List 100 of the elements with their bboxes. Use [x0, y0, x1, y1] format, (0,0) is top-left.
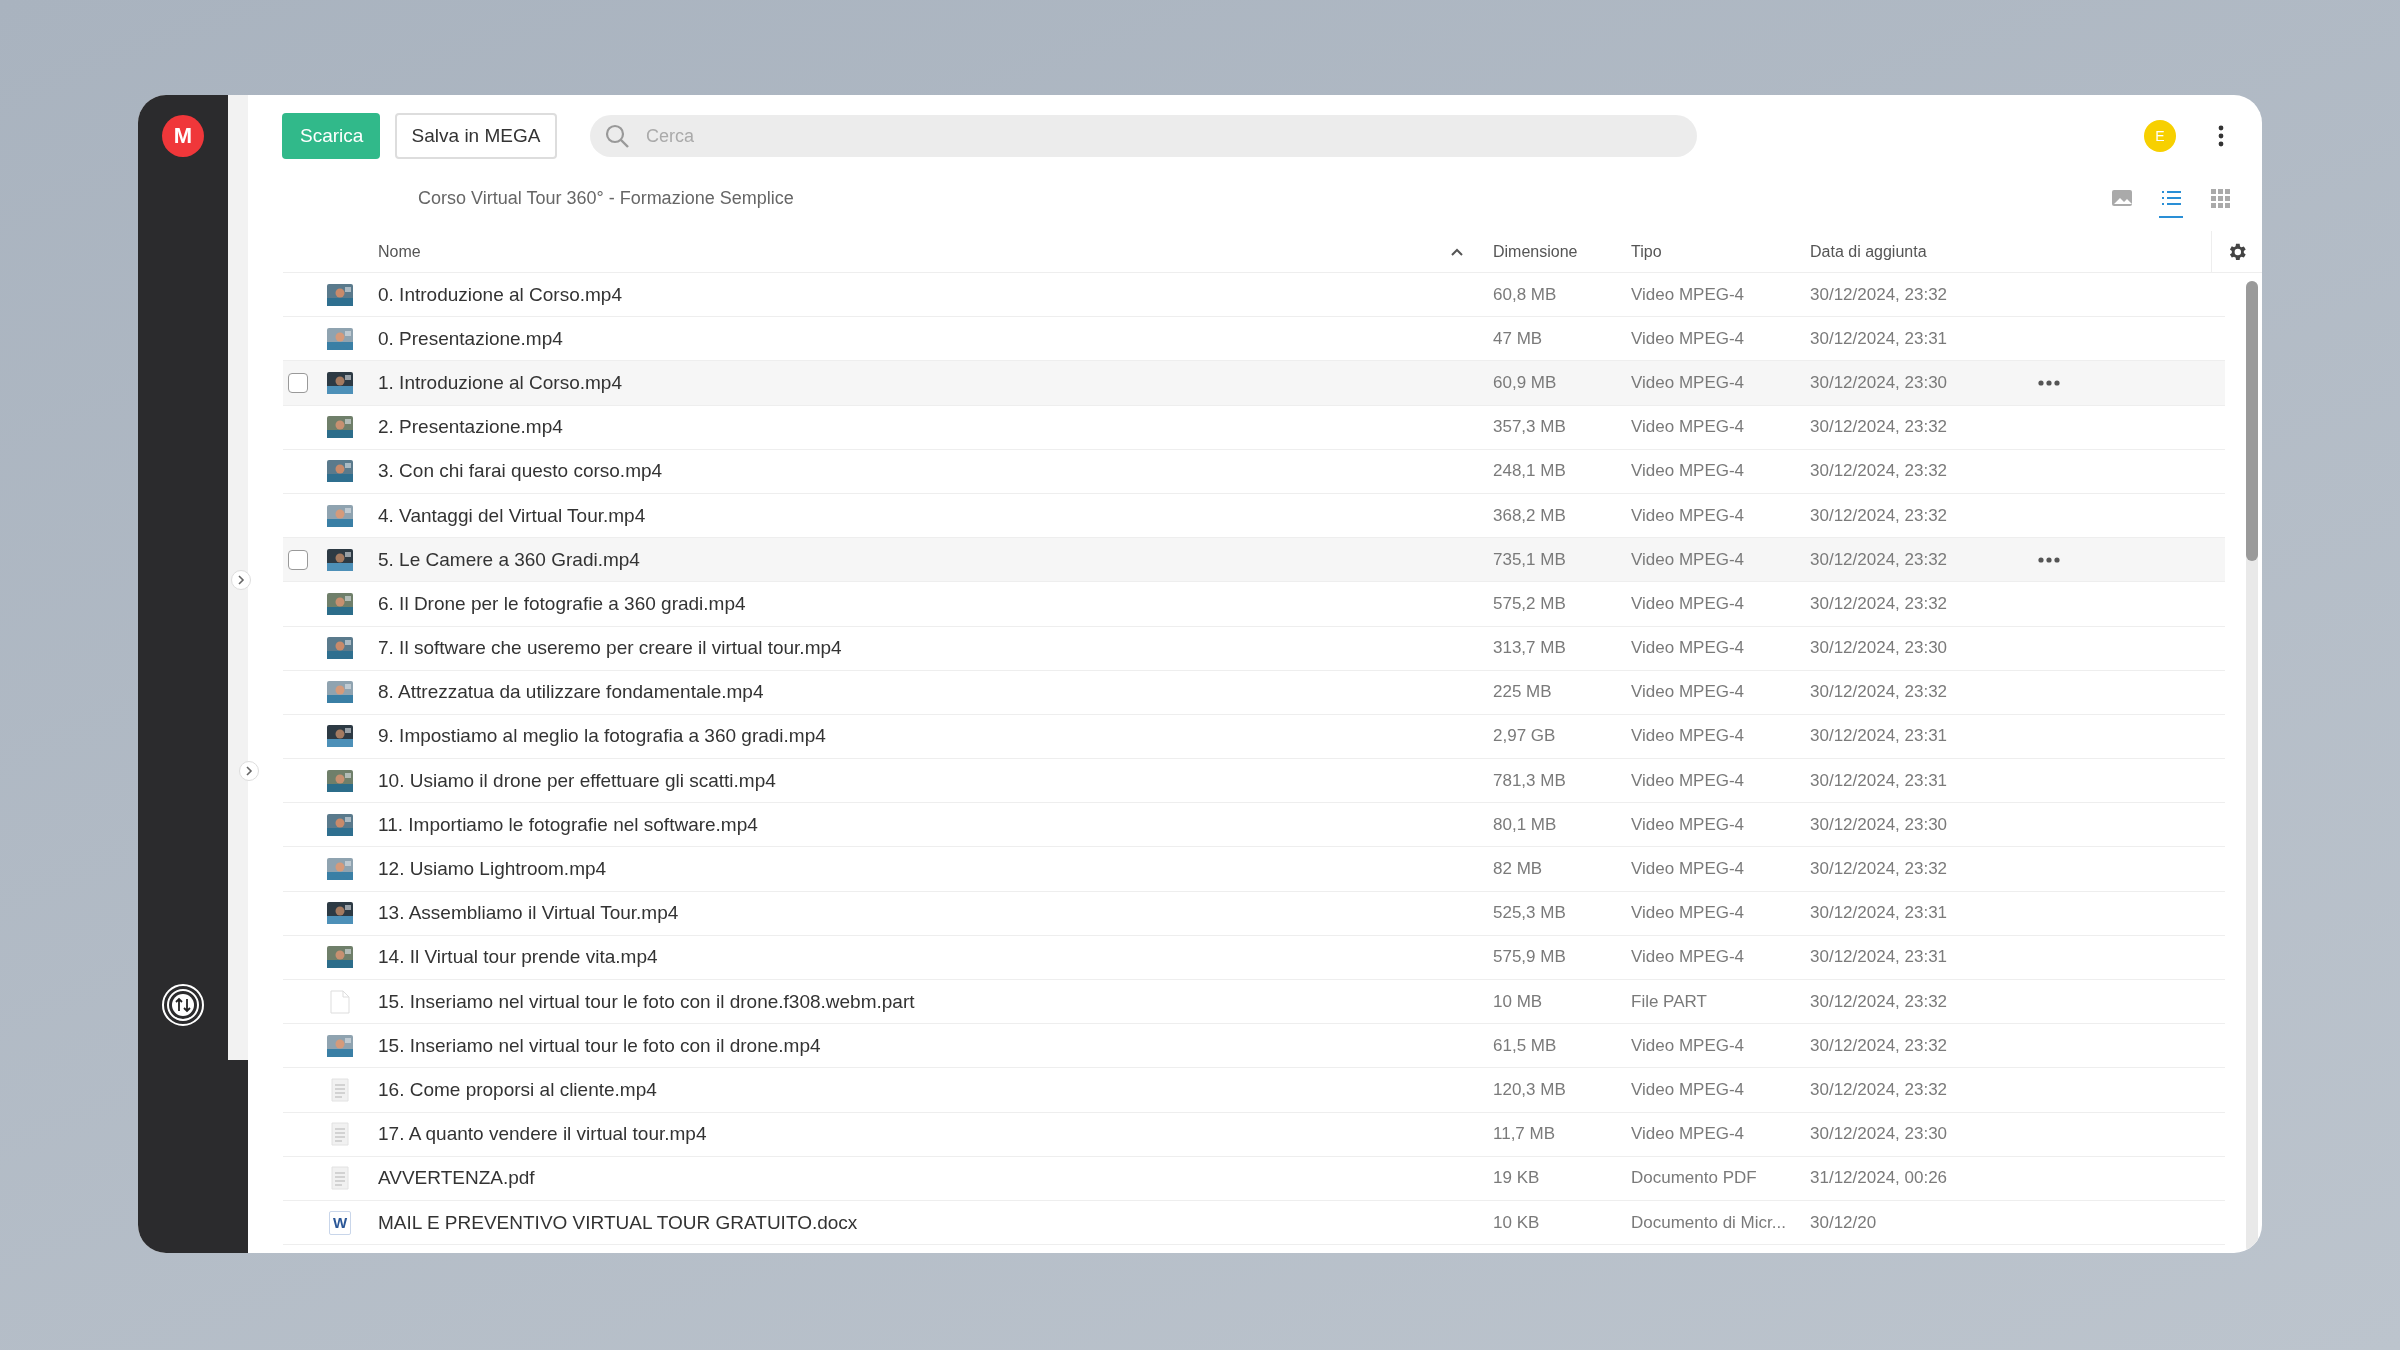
- date-added: 30/12/2024, 23:30: [1810, 638, 1949, 659]
- file-type: Video MPEG-4: [1631, 593, 1746, 614]
- file-type: Documento di Micr...: [1631, 1212, 1787, 1233]
- more-icon[interactable]: [2038, 556, 2060, 563]
- chevron-right-icon[interactable]: [239, 761, 259, 781]
- document-icon: [330, 1166, 350, 1191]
- search-field[interactable]: Cerca: [590, 115, 1697, 157]
- date-added: 30/12/2024, 23:32: [1810, 682, 1949, 703]
- file-row[interactable]: 5. Le Camere a 360 Gradi.mp4 735,1 MB Video MPEG-4 30/12/2024, 23:32: [283, 538, 2225, 583]
- file-row[interactable]: 17. A quanto vendere il virtual tour.mp4 11,7 MB Video MPEG-4 30/12/2024, 23:30: [283, 1112, 2225, 1157]
- file-size: 575,9 MB: [1493, 947, 1567, 968]
- date-added: 30/12/2024, 23:32: [1810, 593, 1949, 614]
- date-added: 30/12/2024, 23:32: [1810, 1035, 1949, 1056]
- file-row[interactable]: 1. Introduzione al Corso.mp4 60,9 MB Video MPEG-4 30/12/2024, 23:30: [283, 361, 2225, 406]
- date-added: 30/12/2024, 23:32: [1810, 417, 1949, 438]
- file-name: 3. Con chi farai questo corso.mp4: [378, 460, 664, 483]
- file-type: Video MPEG-4: [1631, 1124, 1746, 1145]
- document-icon: [330, 1122, 350, 1147]
- date-added: 30/12/2024, 23:30: [1810, 1124, 1949, 1145]
- save-button[interactable]: Salva in MEGA: [395, 113, 557, 159]
- file-name: 9. Impostiamo al meglio la fotografia a 360 gradi.mp4: [378, 725, 827, 748]
- date-added: 30/12/2024, 23:31: [1810, 903, 1949, 924]
- file-row[interactable]: 9. Impostiamo al meglio la fotografia a 360 gradi.mp4 2,97 GB Video MPEG-4 30/12/2024, 23:31: [283, 714, 2225, 760]
- date-added: 30/12/2024, 23:32: [1810, 284, 1949, 305]
- file-type: Video MPEG-4: [1631, 461, 1746, 482]
- file-name: 0. Presentazione.mp4: [378, 327, 564, 350]
- column-header[interactable]: Nome: [378, 242, 421, 261]
- file-type: Video MPEG-4: [1631, 549, 1746, 570]
- file-row[interactable]: W MAIL E PREVENTIVO VIRTUAL TOUR GRATUITO.docx 10 KB Documento di Micr... 30/12/20: [283, 1200, 2225, 1246]
- file-size: 313,7 MB: [1493, 638, 1567, 659]
- file-type: Video MPEG-4: [1631, 814, 1746, 835]
- file-name: 0. Introduzione al Corso.mp4: [378, 283, 623, 306]
- file-size: 61,5 MB: [1493, 1035, 1558, 1056]
- sort-caret-icon[interactable]: [1451, 247, 1463, 256]
- file-type: Video MPEG-4: [1631, 1079, 1746, 1100]
- file-row[interactable]: 13. Assembliamo il Virtual Tour.mp4 525,3 MB Video MPEG-4 30/12/2024, 23:31: [283, 891, 2225, 936]
- file-name: 15. Inseriamo nel virtual tour le foto con il drone.f308.webm.part: [378, 990, 916, 1013]
- file-type: Video MPEG-4: [1631, 328, 1746, 349]
- transfers-icon[interactable]: [161, 983, 205, 1027]
- file-name: 8. Attrezzatua da utilizzare fondamentale.mp4: [378, 681, 765, 704]
- file-name: MAIL E PREVENTIVO VIRTUAL TOUR GRATUITO.docx: [378, 1211, 859, 1234]
- search-icon: [604, 123, 630, 149]
- file-type: File PART: [1631, 991, 1708, 1012]
- file-row[interactable]: 12. Usiamo Lightroom.mp4 82 MB Video MPEG-4 30/12/2024, 23:32: [283, 847, 2225, 892]
- file-type: Video MPEG-4: [1631, 770, 1746, 791]
- file-name: 16. Come proporsi al cliente.mp4: [378, 1078, 658, 1101]
- date-added: 30/12/2024, 23:31: [1810, 328, 1949, 349]
- column-header[interactable]: Data di aggiunta: [1810, 242, 2038, 261]
- checkbox[interactable]: [288, 549, 308, 570]
- file-row[interactable]: 0. Introduzione al Corso.mp4 60,8 MB Video MPEG-4 30/12/2024, 23:32: [283, 273, 2225, 318]
- date-added: 31/12/2024, 00:26: [1810, 1168, 1949, 1189]
- date-added: 30/12/2024, 23:32: [1810, 549, 1949, 570]
- file-row[interactable]: 11. Importiamo le fotografie nel software.mp4 80,1 MB Video MPEG-4 30/12/2024, 23:30: [283, 803, 2225, 848]
- more-icon[interactable]: [2218, 125, 2224, 147]
- file-row[interactable]: 6. Il Drone per le fotografie a 360 gradi.mp4 575,2 MB Video MPEG-4 30/12/2024, 23:32: [283, 582, 2225, 627]
- file-type: Video MPEG-4: [1631, 1035, 1746, 1056]
- file-size: 575,2 MB: [1493, 593, 1567, 614]
- date-added: 30/12/20: [1810, 1212, 1878, 1233]
- file-row[interactable]: 15. Inseriamo nel virtual tour le foto con il drone.mp4 61,5 MB Video MPEG-4 30/12/2024, 23:32: [283, 1024, 2225, 1069]
- column-header[interactable]: Dimensione: [1493, 242, 1631, 261]
- file-row[interactable]: 3. Con chi farai questo corso.mp4 248,1 MB Video MPEG-4 30/12/2024, 23:32: [283, 449, 2225, 494]
- file-size: 225 MB: [1493, 682, 1553, 703]
- document-icon: [330, 1077, 350, 1102]
- file-row[interactable]: 2. Presentazione.mp4 357,3 MB Video MPEG-4 30/12/2024, 23:32: [283, 405, 2225, 450]
- file-name: 10. Usiamo il drone per effettuare gli scatti.mp4: [378, 769, 777, 792]
- file-icon: [330, 989, 350, 1014]
- file-row[interactable]: 14. Il Virtual tour prende vita.mp4 575,9 MB Video MPEG-4 30/12/2024, 23:31: [283, 935, 2225, 980]
- word-icon: W: [329, 1210, 351, 1235]
- file-row[interactable]: AVVERTENZA.pdf 19 KB Documento PDF 31/12/2024, 00:26: [283, 1156, 2225, 1201]
- column-header[interactable]: Tipo: [1631, 242, 1810, 261]
- more-icon[interactable]: [2038, 379, 2060, 386]
- file-row[interactable]: 8. Attrezzatua da utilizzare fondamentale.mp4 225 MB Video MPEG-4 30/12/2024, 23:32: [283, 670, 2225, 715]
- file-name: 14. Il Virtual tour prende vita.mp4: [378, 946, 659, 969]
- file-name: 17. A quanto vendere il virtual tour.mp4: [378, 1123, 708, 1146]
- date-added: 30/12/2024, 23:32: [1810, 461, 1949, 482]
- file-size: 248,1 MB: [1493, 461, 1567, 482]
- file-name: 7. Il software che useremo per creare il virtual tour.mp4: [378, 637, 843, 660]
- file-type: Video MPEG-4: [1631, 947, 1746, 968]
- file-size: 781,3 MB: [1493, 770, 1567, 791]
- checkbox[interactable]: [288, 372, 308, 393]
- file-row[interactable]: 15. Inseriamo nel virtual tour le foto con il drone.f308.webm.part 10 MB File PART 30/12/2024, 23:32: [283, 980, 2225, 1025]
- file-size: 10 KB: [1493, 1212, 1541, 1233]
- file-name: 15. Inseriamo nel virtual tour le foto con il drone.mp4: [378, 1034, 822, 1057]
- file-row[interactable]: 16. Come proporsi al cliente.mp4 120,3 MB Video MPEG-4 30/12/2024, 23:32: [283, 1068, 2225, 1113]
- file-size: 60,8 MB: [1493, 284, 1558, 305]
- file-type: Video MPEG-4: [1631, 859, 1746, 880]
- file-size: 735,1 MB: [1493, 549, 1567, 570]
- breadcrumb[interactable]: Corso Virtual Tour 360° - Formazione Semplice: [418, 183, 794, 213]
- file-type: Video MPEG-4: [1631, 372, 1746, 393]
- date-added: 30/12/2024, 23:32: [1810, 1079, 1949, 1100]
- date-added: 30/12/2024, 23:32: [1810, 859, 1949, 880]
- file-row[interactable]: 7. Il software che useremo per creare il virtual tour.mp4 313,7 MB Video MPEG-4 30/12/2024, 23:30: [283, 626, 2225, 671]
- file-row[interactable]: 10. Usiamo il drone per effettuare gli scatti.mp4 781,3 MB Video MPEG-4 30/12/2024, 23:31: [283, 759, 2225, 804]
- date-added: 30/12/2024, 23:32: [1810, 505, 1949, 526]
- file-size: 120,3 MB: [1493, 1079, 1567, 1100]
- file-size: 82 MB: [1493, 859, 1544, 880]
- date-added: 30/12/2024, 23:31: [1810, 770, 1949, 791]
- file-name: 1. Introduzione al Corso.mp4: [378, 371, 623, 394]
- file-type: Documento PDF: [1631, 1168, 1758, 1189]
- mega-logo[interactable]: M: [162, 115, 204, 157]
